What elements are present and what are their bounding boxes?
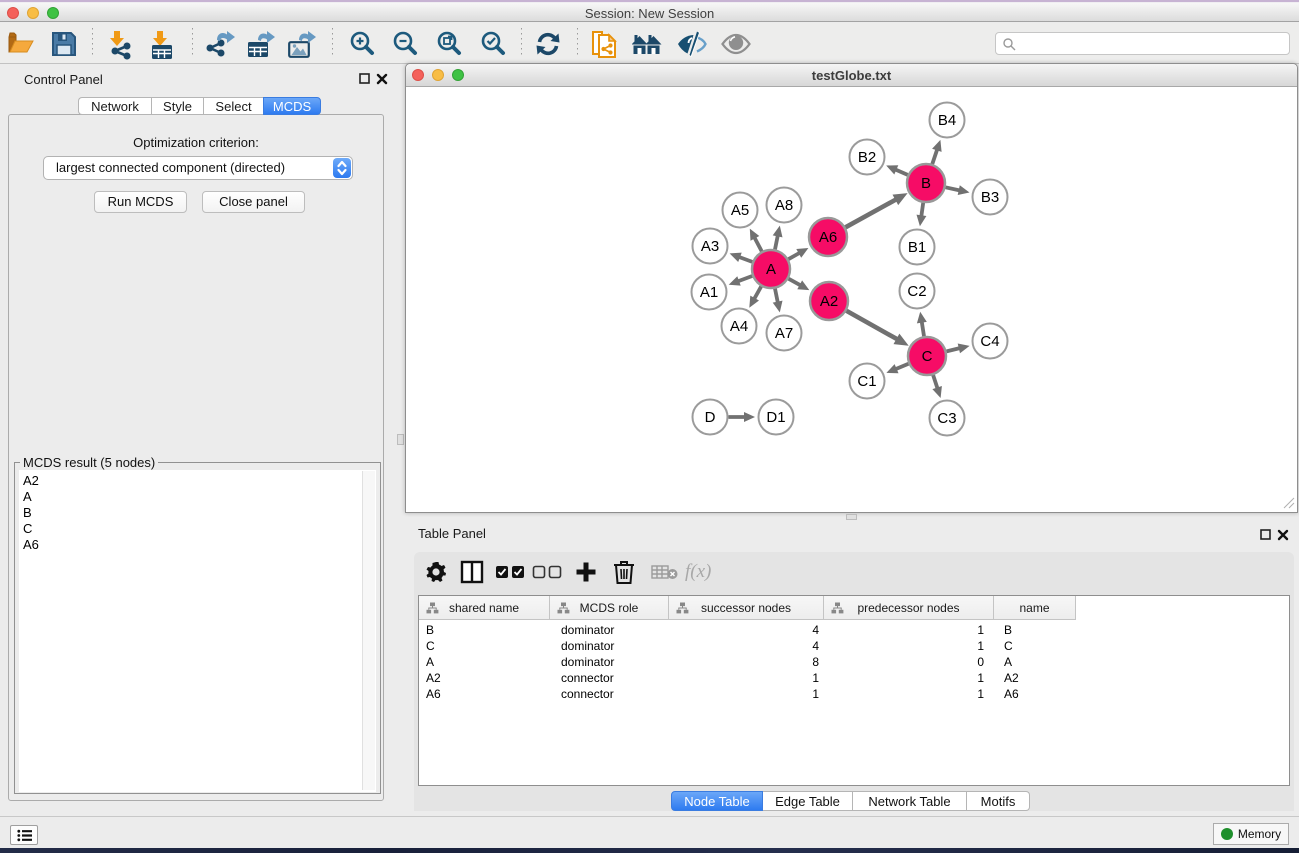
svg-text:A4: A4 xyxy=(730,318,748,335)
svg-text:C2: C2 xyxy=(907,283,926,300)
svg-text:A: A xyxy=(766,261,776,278)
svg-text:D: D xyxy=(705,409,716,426)
svg-text:A1: A1 xyxy=(700,284,718,301)
svg-text:C1: C1 xyxy=(857,373,876,390)
svg-text:A8: A8 xyxy=(775,197,793,214)
svg-text:A5: A5 xyxy=(731,202,749,219)
svg-text:A3: A3 xyxy=(701,238,719,255)
svg-text:B3: B3 xyxy=(981,189,999,206)
svg-text:B4: B4 xyxy=(938,112,956,129)
svg-text:B2: B2 xyxy=(858,149,876,166)
svg-text:C4: C4 xyxy=(980,333,999,350)
svg-text:A6: A6 xyxy=(819,229,837,246)
svg-text:A7: A7 xyxy=(775,325,793,342)
svg-text:C3: C3 xyxy=(937,410,956,427)
svg-text:B: B xyxy=(921,175,931,192)
svg-text:A2: A2 xyxy=(820,293,838,310)
svg-text:B1: B1 xyxy=(908,239,926,256)
svg-text:D1: D1 xyxy=(766,409,785,426)
svg-text:C: C xyxy=(922,348,933,365)
